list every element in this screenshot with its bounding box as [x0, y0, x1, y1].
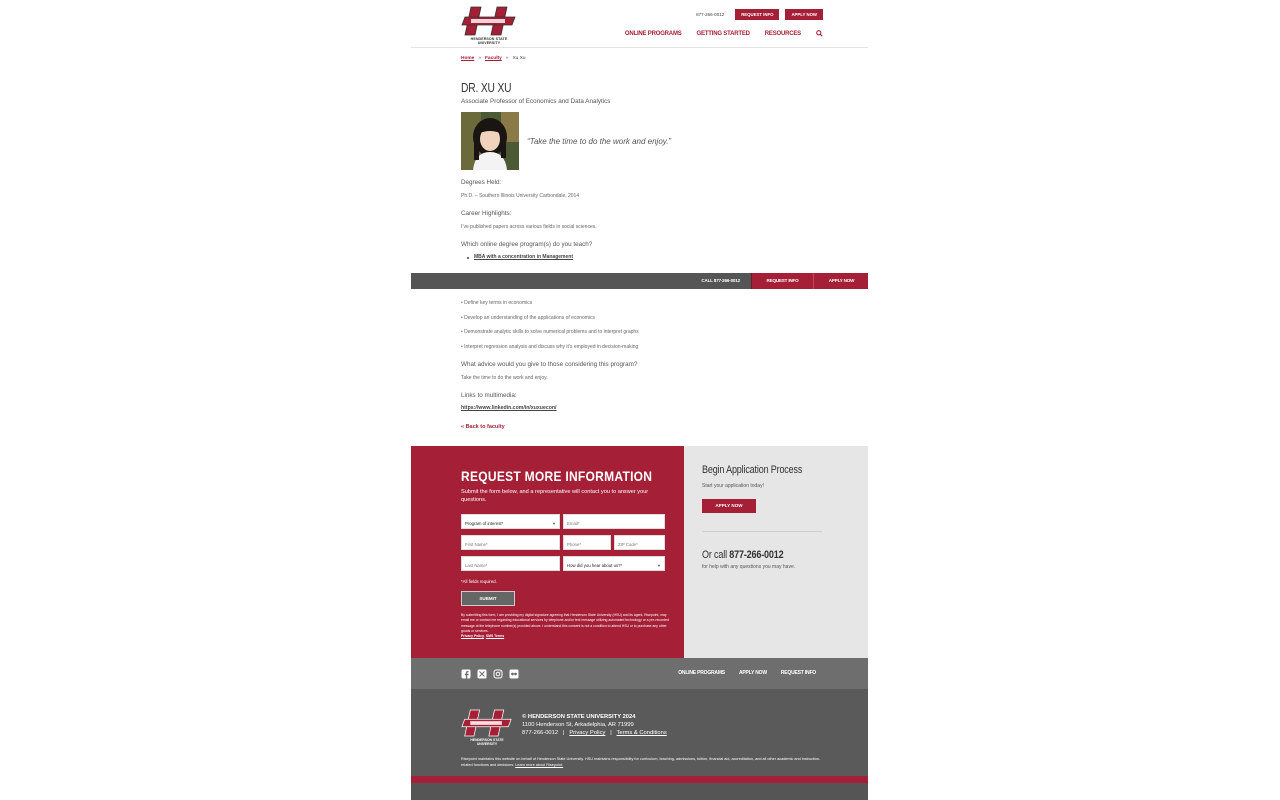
email-field[interactable]: Email*: [563, 514, 665, 529]
footer-logo[interactable]: HENDERSON STATE UNIVERSITY: [461, 708, 513, 746]
sticky-request-info-button[interactable]: REQUEST INFO: [751, 273, 813, 289]
program-select-value: Program of interest*: [465, 521, 504, 526]
university-logo[interactable]: HENDERSON STATE UNIVERSITY: [461, 5, 517, 45]
privacy-policy-link[interactable]: Privacy Policy: [461, 634, 484, 638]
last-name-field[interactable]: Last Name*: [461, 556, 560, 571]
breadcrumb-faculty[interactable]: Faculty: [485, 56, 502, 61]
submit-button[interactable]: SUBMIT: [461, 591, 515, 606]
programs-heading: Which online degree program(s) do you te…: [461, 241, 593, 248]
links-heading: Links to multimedia:: [461, 392, 517, 399]
breadcrumb: Home» Faculty» Xu Xu: [461, 56, 526, 61]
call-prefix: Or call: [702, 549, 727, 561]
instagram-icon[interactable]: [493, 666, 503, 679]
footer-nav-bar: ONLINE PROGRAMS APPLY NOW REQUEST INFO: [411, 658, 868, 689]
referral-select-value: How did you hear about us?*: [567, 563, 623, 568]
career-heading: Career Highlights:: [461, 210, 512, 217]
footer-phone[interactable]: 877-266-0012: [522, 730, 558, 736]
footer-disclaimer: Risepoint maintains this website on beha…: [461, 757, 821, 769]
outcome-item: • Interpret regression analysis and disc…: [461, 344, 639, 350]
faculty-photo: [461, 112, 519, 170]
footer-copyright: © HENDERSON STATE UNIVERSITY 2024: [522, 714, 636, 720]
consent-text: By submitting this form, I am providing …: [461, 613, 669, 639]
footer-accent-line: [411, 776, 868, 783]
faculty-quote: “Take the time to do the work and enjoy.…: [527, 137, 672, 146]
header-apply-now-button[interactable]: APPLY NOW: [785, 9, 823, 20]
application-panel: Begin Application Process Start your app…: [684, 446, 868, 658]
facebook-icon[interactable]: [461, 666, 471, 679]
form-description: Submit the form below, and a representat…: [461, 489, 649, 503]
footer-terms-link[interactable]: Terms & Conditions: [616, 730, 666, 736]
breadcrumb-current: Xu Xu: [512, 56, 526, 61]
zip-field[interactable]: ZIP Code*: [614, 535, 665, 550]
phone-field[interactable]: Phone*: [563, 535, 611, 550]
page: HENDERSON STATE UNIVERSITY 877-266-0012 …: [411, 0, 868, 800]
utility-bar: 877-266-0012 REQUEST INFO APPLY NOW: [696, 9, 823, 20]
outcome-item: • Demonstrate analytic skills to solve n…: [461, 329, 639, 335]
outcome-item: • Develop an understanding of the applic…: [461, 315, 596, 321]
outcome-item: • Define key terms in economics: [461, 300, 533, 306]
form-title: REQUEST MORE INFORMATION: [461, 468, 653, 484]
sticky-call-link[interactable]: CALL 877-266-0012: [701, 273, 740, 289]
faculty-title: Associate Professor of Economics and Dat…: [461, 98, 611, 105]
footer-address: 1100 Henderson St, Arkadelphia, AR 71999: [522, 722, 634, 728]
footer-logo-text: HENDERSON STATE UNIVERSITY: [470, 738, 504, 746]
search-icon[interactable]: [816, 30, 823, 37]
program-select[interactable]: Program of interest* ▼: [461, 514, 560, 529]
flickr-icon[interactable]: [509, 666, 519, 679]
learn-more-link[interactable]: Learn more about Risepoint.: [515, 763, 563, 767]
footer-online-programs[interactable]: ONLINE PROGRAMS: [678, 670, 725, 676]
header-request-info-button[interactable]: REQUEST INFO: [735, 9, 780, 20]
consent-body: By submitting this form, I am providing …: [461, 613, 669, 633]
degrees-value: Ph.D. – Southern Illinois University Car…: [461, 193, 580, 199]
logo-mark-icon: [461, 6, 516, 36]
divider: [702, 531, 822, 532]
breadcrumb-separator: »: [505, 56, 509, 61]
request-info-form: REQUEST MORE INFORMATION Submit the form…: [411, 446, 684, 658]
chevron-down-icon: ▼: [552, 521, 556, 526]
page-title: DR. XU XU: [461, 81, 512, 95]
application-heading: Begin Application Process: [702, 464, 803, 476]
logo-text: HENDERSON STATE UNIVERSITY: [470, 37, 508, 45]
degrees-heading: Degrees Held:: [461, 179, 502, 186]
breadcrumb-separator: »: [478, 56, 481, 61]
call-number[interactable]: 877-266-0012: [729, 549, 783, 561]
breadcrumb-home[interactable]: Home: [461, 56, 474, 61]
bullet: [467, 257, 469, 259]
footer-address-block: © HENDERSON STATE UNIVERSITY 2024 1100 H…: [522, 713, 667, 737]
footer-request-info[interactable]: REQUEST INFO: [781, 670, 816, 676]
footer-apply-now[interactable]: APPLY NOW: [739, 670, 767, 676]
footer-nav: ONLINE PROGRAMS APPLY NOW REQUEST INFO: [678, 670, 816, 676]
required-note: *All fields required.: [461, 579, 497, 584]
advice-heading: What advice would you give to those cons…: [461, 361, 638, 368]
advice-value: Take the time to do the work and enjoy.: [461, 375, 548, 381]
apply-now-button[interactable]: APPLY NOW: [702, 499, 756, 513]
site-footer: HENDERSON STATE UNIVERSITY © HENDERSON S…: [411, 689, 868, 776]
nav-online-programs[interactable]: ONLINE PROGRAMS: [625, 31, 682, 37]
footer-bottom-strip: [411, 783, 868, 800]
referral-select[interactable]: How did you hear about us?* ▼: [563, 556, 665, 571]
sticky-apply-now-button[interactable]: APPLY NOW: [813, 273, 868, 289]
main-nav: ONLINE PROGRAMS GETTING STARTED RESOURCE…: [625, 30, 823, 37]
call-heading: Or call 877-266-0012: [702, 549, 784, 561]
site-header: HENDERSON STATE UNIVERSITY 877-266-0012 …: [411, 0, 868, 48]
program-link[interactable]: MBA with a concentration in Management: [474, 254, 573, 260]
logo-mark-icon: [461, 709, 512, 737]
header-phone[interactable]: 877-266-0012: [696, 12, 724, 17]
footer-separator: |: [562, 730, 565, 736]
back-to-faculty-link[interactable]: « Back to faculty: [461, 424, 505, 430]
sms-terms-link[interactable]: SMS Terms: [486, 634, 504, 638]
footer-separator: |: [610, 730, 612, 736]
application-subtext: Start your application today!: [702, 483, 764, 489]
call-subtext: for help with any questions you may have…: [702, 564, 796, 570]
social-links: [461, 666, 519, 679]
chevron-down-icon: ▼: [657, 563, 661, 568]
career-value: I’ve published papers across various fie…: [461, 224, 597, 230]
footer-privacy-link[interactable]: Privacy Policy: [569, 730, 605, 736]
nav-getting-started[interactable]: GETTING STARTED: [697, 31, 750, 37]
x-twitter-icon[interactable]: [477, 666, 487, 679]
first-name-field[interactable]: First Name*: [461, 535, 560, 550]
linkedin-link[interactable]: https://www.linkedin.com/in/xuxuecon/: [461, 405, 557, 411]
nav-resources[interactable]: RESOURCES: [765, 31, 801, 37]
sticky-cta-bar: CALL 877-266-0012 REQUEST INFO APPLY NOW: [411, 273, 868, 289]
